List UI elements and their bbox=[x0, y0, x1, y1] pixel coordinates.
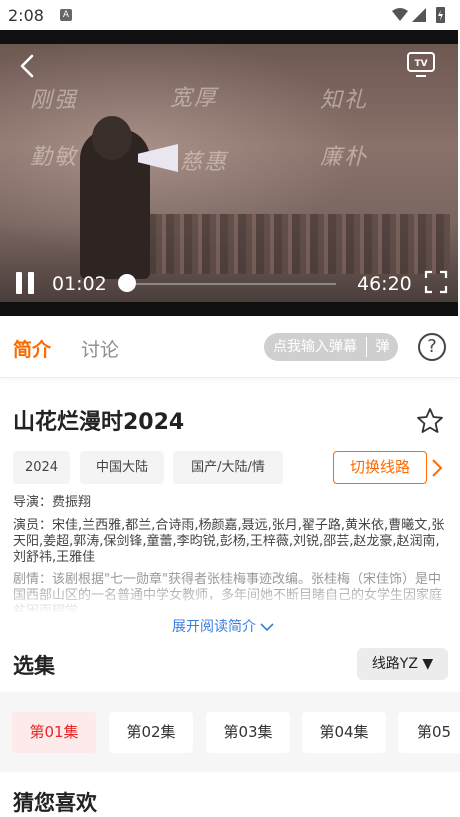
total-time: 46:20 bbox=[357, 273, 412, 295]
chevron-right-icon[interactable] bbox=[431, 458, 443, 478]
video-player[interactable]: 刚强 宽厚 知礼 勤敏 慈惠 廉朴 TV 01:02 46:20 bbox=[0, 30, 458, 316]
status-time: 2:08 bbox=[8, 6, 44, 25]
chevron-down-icon bbox=[260, 623, 274, 632]
calligraphy-text: 勤敏 bbox=[30, 145, 79, 170]
wifi-icon bbox=[392, 8, 408, 21]
tv-cast-icon[interactable]: TV bbox=[406, 50, 436, 78]
plot-fade bbox=[0, 584, 460, 614]
episode-item[interactable]: 第05 bbox=[398, 712, 460, 753]
danmu-send-button[interactable]: 弹 bbox=[367, 333, 398, 361]
calligraphy-text: 慈惠 bbox=[180, 150, 229, 175]
tab-intro[interactable]: 简介 bbox=[13, 335, 51, 362]
detail-tab-bar: 简介 讨论 点我输入弹幕 弹 ? bbox=[0, 316, 460, 378]
episode-item[interactable]: 第03集 bbox=[206, 712, 290, 753]
favorite-star-icon[interactable] bbox=[415, 406, 445, 436]
director-text: 导演：费振翔 bbox=[13, 495, 92, 510]
help-icon[interactable]: ? bbox=[418, 333, 446, 361]
calligraphy-text: 宽厚 bbox=[170, 86, 219, 111]
notification-icon: A bbox=[60, 9, 72, 21]
expand-label: 展开阅读简介 bbox=[172, 619, 256, 635]
tag-year: 2024 bbox=[13, 451, 70, 484]
line-select-dropdown[interactable]: 线路YZ ▼ bbox=[357, 648, 448, 680]
tab-discussion[interactable]: 讨论 bbox=[81, 335, 119, 362]
signal-icon bbox=[412, 8, 426, 22]
progress-bar[interactable] bbox=[122, 283, 336, 285]
calligraphy-text: 廉朴 bbox=[320, 145, 369, 170]
episode-item[interactable]: 第02集 bbox=[109, 712, 193, 753]
expand-synopsis-link[interactable]: 展开阅读简介 bbox=[172, 616, 274, 636]
fullscreen-icon[interactable] bbox=[424, 270, 448, 294]
status-bar: 2:08 A bbox=[0, 0, 460, 30]
tag-genre: 国产/大陆/情 bbox=[173, 451, 283, 484]
calligraphy-text: 知礼 bbox=[320, 88, 369, 113]
player-controls: 01:02 46:20 bbox=[0, 262, 458, 302]
pause-icon[interactable] bbox=[14, 272, 36, 294]
tag-region: 中国大陆 bbox=[80, 451, 164, 484]
svg-text:TV: TV bbox=[414, 59, 427, 69]
episode-list: 第01集 第02集 第03集 第04集 第05 bbox=[0, 692, 460, 772]
danmu-box: 点我输入弹幕 弹 bbox=[264, 333, 398, 361]
back-arrow-icon[interactable] bbox=[14, 52, 42, 80]
current-time: 01:02 bbox=[52, 273, 107, 295]
progress-thumb[interactable] bbox=[118, 274, 136, 292]
video-title: 山花烂漫时2024 bbox=[13, 410, 185, 435]
teacher-head bbox=[92, 116, 132, 160]
status-icons bbox=[392, 7, 445, 23]
cast-text: 演员：宋佳,兰西雅,都兰,合诗雨,杨颜嘉,聂远,张月,翟子路,黄米依,曹曦文,张… bbox=[13, 518, 445, 565]
episodes-title: 选集 bbox=[13, 654, 55, 678]
calligraphy-text: 刚强 bbox=[30, 88, 79, 113]
recommend-title: 猜您喜欢 bbox=[13, 791, 97, 815]
episode-item[interactable]: 第01集 bbox=[12, 712, 96, 753]
switch-line-button[interactable]: 切换线路 bbox=[333, 451, 427, 484]
danmu-input[interactable]: 点我输入弹幕 bbox=[264, 333, 366, 361]
episode-item[interactable]: 第04集 bbox=[302, 712, 386, 753]
